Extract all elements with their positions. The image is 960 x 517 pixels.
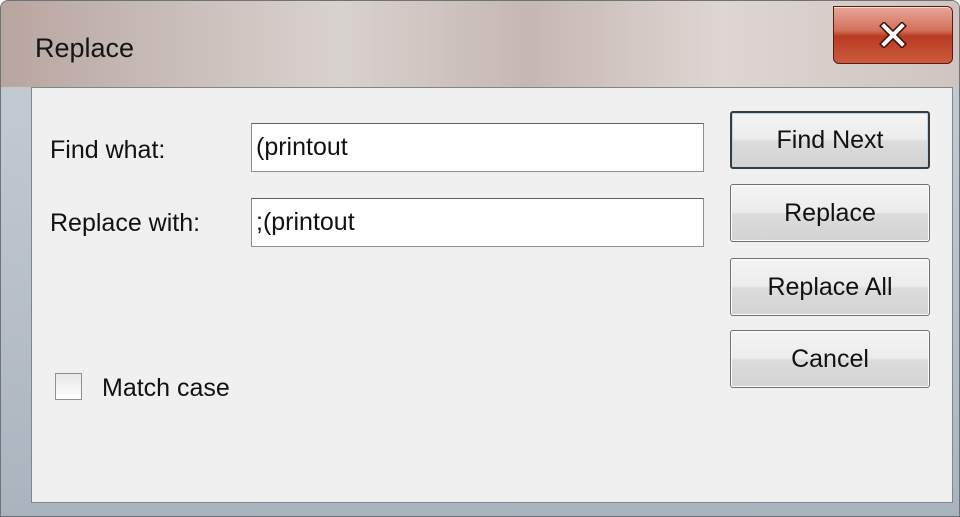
find-what-input[interactable]	[251, 123, 704, 172]
window-title: Replace	[35, 33, 135, 63]
find-next-button[interactable]: Find Next	[730, 111, 930, 169]
replace-with-input[interactable]	[251, 198, 704, 247]
title-bar: Replace	[1, 1, 959, 87]
replace-with-label: Replace with:	[50, 209, 201, 237]
close-x-icon	[879, 22, 907, 48]
match-case-label[interactable]: Match case	[102, 374, 230, 403]
match-case-checkbox[interactable]	[55, 373, 82, 400]
dialog-body: Find what: Replace with: Find Next Repla…	[31, 87, 953, 503]
replace-dialog: Replace Find what: Replace with: Find Ne…	[0, 0, 960, 517]
close-button[interactable]	[833, 6, 953, 64]
replace-all-button[interactable]: Replace All	[730, 258, 930, 316]
find-what-label: Find what:	[50, 136, 166, 164]
cancel-button[interactable]: Cancel	[730, 330, 930, 388]
replace-button[interactable]: Replace	[730, 184, 930, 242]
